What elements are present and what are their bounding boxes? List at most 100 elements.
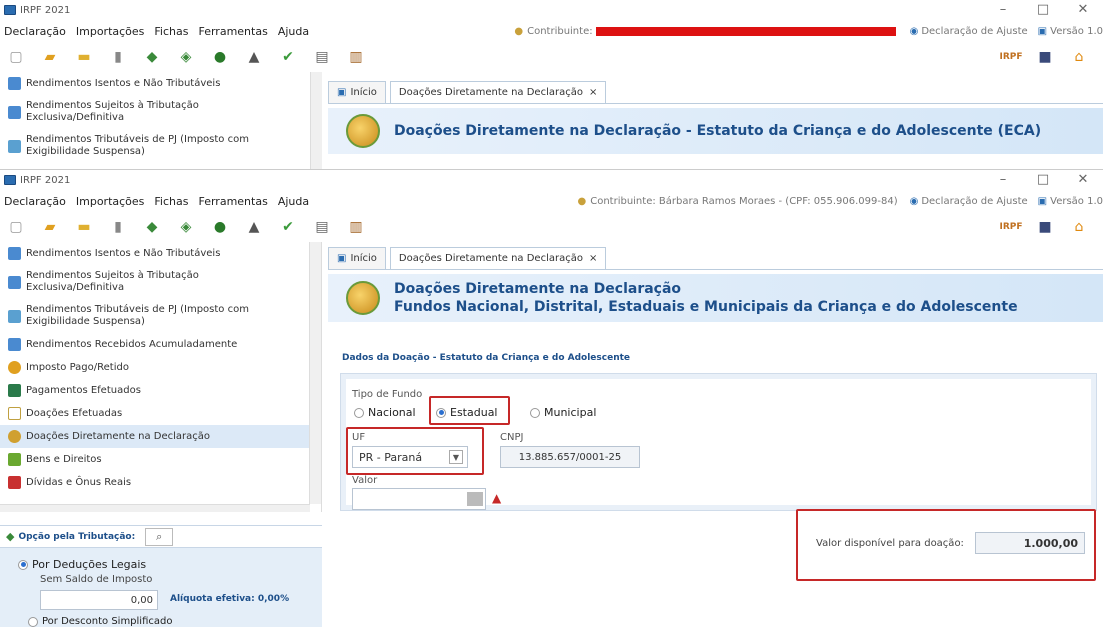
chat-icon[interactable]: ■ [1035,47,1055,67]
radio-municipal[interactable]: Municipal [530,406,596,419]
page-header: Doações Diretamente na Declaração Fundos… [328,274,1103,322]
assets-icon [8,453,21,466]
tipo-fundo-label: Tipo de Fundo [352,389,423,400]
tab-doacoes[interactable]: Doações Diretamente na Declaração × [389,247,607,269]
highlight-uf [346,427,484,475]
radio-nacional[interactable]: Nacional [354,406,416,419]
print-icon[interactable]: ▲ [244,217,264,237]
donation-icon [346,114,380,148]
print-icon[interactable]: ▲ [244,47,264,67]
menu-ajuda[interactable]: Ajuda [278,195,309,208]
open-icon[interactable]: ▰ [40,47,60,67]
imposto-field: 0,00 [40,590,158,610]
radio-label: Municipal [544,406,597,419]
book-icon[interactable]: ▥ [346,217,366,237]
app-icon [4,5,16,15]
tab-close-icon[interactable]: × [589,87,597,98]
chat-icon[interactable]: ■ [1035,217,1055,237]
new-icon[interactable]: ▢ [6,217,26,237]
transmit-icon[interactable]: ◆ [142,47,162,67]
check-icon[interactable]: ✔ [278,217,298,237]
calculator-icon[interactable]: ▤ [312,47,332,67]
folder-icon[interactable]: ▬ [74,47,94,67]
sidebar-item-label: Bens e Direitos [26,454,102,465]
folder-icon[interactable]: ▬ [74,217,94,237]
calculator-icon[interactable] [467,492,483,506]
sidebar-item-acumuladamente[interactable]: Rendimentos Recebidos Acumuladamente [0,333,321,356]
contribuinte-info: Contribuinte: Bárbara Ramos Moraes - (CP… [590,195,898,207]
tab-inicio[interactable]: ▣ Início [328,81,386,103]
document-icon [8,247,21,260]
calculator-icon[interactable]: ▤ [312,217,332,237]
cnpj-field[interactable]: 13.885.657/0001-25 [500,446,640,468]
globe-icon[interactable]: ● [210,47,230,67]
sidebar-item-tributacao-exclusiva[interactable]: Rendimentos Sujeitos à Tributação Exclus… [0,265,321,299]
disponivel-field: 1.000,00 [975,532,1085,554]
irpf-icon[interactable]: IRPF [999,217,1022,237]
book-icon[interactable]: ▥ [346,47,366,67]
window-title: IRPF 2021 [20,4,71,16]
menu-fichas[interactable]: Fichas [154,25,188,38]
open-icon[interactable]: ▰ [40,217,60,237]
sidebar-item-pagamentos[interactable]: Pagamentos Efetuados [0,379,321,402]
check-icon[interactable]: ✔ [278,47,298,67]
menu-ferramentas[interactable]: Ferramentas [198,195,267,208]
menu-fichas[interactable]: Fichas [154,195,188,208]
sidebar-scrollbar[interactable] [309,242,321,504]
sidebar-top-label: Rendimentos Sujeitos à Tributação Exclus… [26,100,199,123]
disponivel-label: Valor disponível para doação: [816,538,964,549]
tab-bar: ▣ Início Doações Diretamente na Declaraçã… [328,246,1103,270]
delete-icon[interactable]: ▮ [108,217,128,237]
minimize-button[interactable]: – [983,170,1023,190]
version-label: Versão 1.0 [1050,195,1103,207]
horizontal-scrollbar[interactable] [0,504,310,512]
minimize-button[interactable]: – [983,0,1023,20]
sidebar-item-rendimentos-isentos[interactable]: Rendimentos Isentos e Não Tributáveis [0,242,321,265]
menu-importacoes[interactable]: Importações [76,195,145,208]
version-icon: ▣ [1037,25,1048,37]
menu-declaracao[interactable]: Declaração [4,195,66,208]
donation-icon [8,430,21,443]
valor-field[interactable] [352,488,486,510]
sidebar-top-item[interactable]: Rendimentos Tributáveis de PJ (Imposto c… [0,129,322,163]
home-icon[interactable]: ⌂ [1069,217,1089,237]
irpf-icon[interactable]: IRPF [999,47,1022,67]
menu-importacoes[interactable]: Importações [76,25,145,38]
home-icon[interactable]: ⌂ [1069,47,1089,67]
close-button[interactable]: ✕ [1063,170,1103,190]
menu-ferramentas[interactable]: Ferramentas [198,25,267,38]
sidebar-item-imposto-pago[interactable]: Imposto Pago/Retido [0,356,321,379]
radio-deducoes-legais[interactable]: Por Deduções Legais [18,558,146,571]
sidebar-top-item[interactable]: Rendimentos Sujeitos à Tributação Exclus… [0,95,322,129]
maximize-button[interactable]: □ [1023,0,1063,20]
globe-icon[interactable]: ● [210,217,230,237]
window-title: IRPF 2021 [20,174,71,186]
menu-ajuda[interactable]: Ajuda [278,25,309,38]
sidebar-item-dividas[interactable]: Dívidas e Ônus Reais [0,471,321,494]
radio-desconto-simplificado[interactable]: Por Desconto Simplificado [28,616,172,627]
contribuinte-label: Contribuinte: [527,25,593,37]
redaction-bar [595,26,896,36]
new-icon[interactable]: ▢ [6,47,26,67]
declaration-icon: ◉ [909,25,919,37]
search-icon[interactable]: ⌕ [145,527,174,546]
sidebar-top-item[interactable]: Rendimentos Isentos e Não Tributáveis [0,72,322,95]
receipt-icon[interactable]: ◈ [176,217,196,237]
section-title: Dados da Doação - Estatuto da Criança e … [342,353,631,363]
scrollbar[interactable] [310,72,322,172]
receipt-icon[interactable]: ◈ [176,47,196,67]
sidebar-item-exigibilidade-suspensa[interactable]: Rendimentos Tributáveis de PJ (Imposto c… [0,299,321,333]
delete-icon[interactable]: ▮ [108,47,128,67]
close-button[interactable]: ✕ [1063,0,1103,20]
transmit-icon[interactable]: ◆ [142,217,162,237]
maximize-button[interactable]: □ [1023,170,1063,190]
tab-close-icon[interactable]: × [589,253,597,264]
sidebar-item-bens-direitos[interactable]: Bens e Direitos [0,448,321,471]
tab-inicio[interactable]: ▣ Início [328,247,386,269]
menu-declaracao[interactable]: Declaração [4,25,66,38]
tab-label: Início [350,87,377,98]
tab-doacoes[interactable]: Doações Diretamente na Declaração × [389,81,607,103]
person-icon: ● [577,195,587,207]
sidebar-item-doacoes-efetuadas[interactable]: Doações Efetuadas [0,402,321,425]
sidebar-item-doacoes-declaracao[interactable]: Doações Diretamente na Declaração [0,425,321,448]
